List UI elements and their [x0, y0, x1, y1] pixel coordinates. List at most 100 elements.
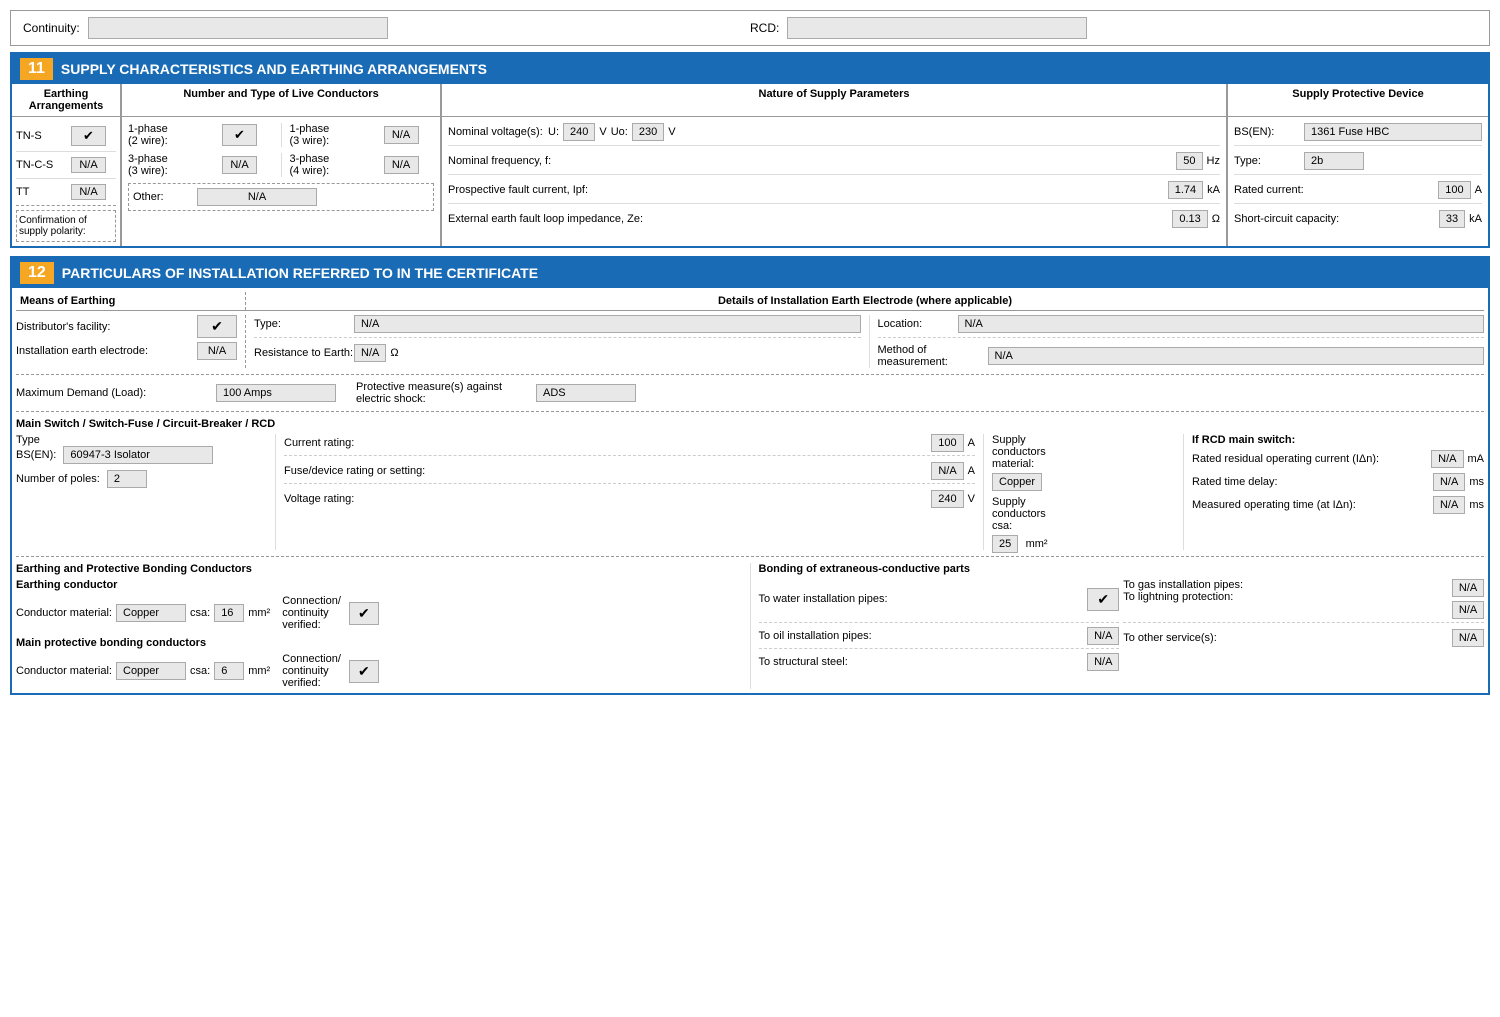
bonding-left-header-area: Earthing and Protective Bonding Conducto… [16, 563, 751, 579]
sc-value[interactable]: 33 [1439, 210, 1465, 228]
type-label: Type: [1234, 155, 1304, 167]
distributor-value[interactable]: ✔ [197, 315, 237, 338]
supply-csa-header: Supplyconductorscsa: [992, 496, 1175, 532]
rated-time-value[interactable]: N/A [1433, 473, 1465, 491]
current-rating-label: Current rating: [284, 437, 931, 449]
ms-type-bs-value[interactable]: 60947-3 Isolator [63, 446, 213, 464]
bs-row: BS(EN): 1361 Fuse HBC [1234, 123, 1482, 146]
live-other-value[interactable]: N/A [197, 188, 317, 206]
ze-value[interactable]: 0.13 [1172, 210, 1207, 228]
lightning-value[interactable]: N/A [1452, 601, 1484, 619]
current-rating-unit: A [968, 437, 975, 449]
live-1p2w: 1-phase(2 wire): ✔ [128, 123, 282, 147]
ec-connection-value[interactable]: ✔ [349, 602, 379, 625]
s11-live-col: 1-phase(2 wire): ✔ 1-phase(3 wire): N/A … [122, 117, 442, 246]
rcd-input[interactable] [787, 17, 1087, 39]
section-12: 12 PARTICULARS OF INSTALLATION REFERRED … [10, 256, 1490, 695]
section-11-title: SUPPLY CHARACTERISTICS AND EARTHING ARRA… [61, 61, 487, 77]
installation-value[interactable]: N/A [197, 342, 237, 360]
distributor-label: Distributor's facility: [16, 321, 197, 333]
supply-csa-value[interactable]: 25 [992, 535, 1018, 553]
measured-op-label: Measured operating time (at IΔn): [1192, 499, 1433, 511]
measured-op-value[interactable]: N/A [1433, 496, 1465, 514]
tns-value[interactable]: ✔ [71, 126, 106, 146]
mbc-csa-value[interactable]: 6 [214, 662, 244, 680]
rated-residual-row: Rated residual operating current (IΔn): … [1192, 450, 1484, 468]
electrode-type-label: Type: [254, 318, 354, 330]
method-value[interactable]: N/A [988, 347, 1485, 365]
main-bonding-header: Main protective bonding conductors [16, 637, 742, 649]
rcd-label: RCD: [750, 21, 779, 35]
live-1p3w-value[interactable]: N/A [384, 126, 419, 144]
s12-electrode-header: Details of Installation Earth Electrode … [246, 292, 1484, 310]
mbc-conductor-value[interactable]: Copper [116, 662, 186, 680]
live-1p3w: 1-phase(3 wire): N/A [282, 123, 435, 147]
ec-conductor-value[interactable]: Copper [116, 604, 186, 622]
earthing-bonding-section: Earthing and Protective Bonding Conducto… [16, 563, 1484, 689]
ec-row: Conductor material: Copper csa: 16 mm² C… [16, 595, 742, 631]
resistance-row: Resistance to Earth: N/A Ω [254, 344, 861, 362]
current-rating-value[interactable]: 100 [931, 434, 963, 452]
nominal-voltage-label: Nominal voltage(s): [448, 126, 548, 138]
ec-csa-unit: mm² [248, 607, 270, 619]
water-row: To water installation pipes: ✔ [759, 579, 1120, 623]
location-value[interactable]: N/A [958, 315, 1485, 333]
s11-body: TN-S ✔ TN-C-S N/A TT N/A Confirmation of… [12, 117, 1488, 246]
gas-value[interactable]: N/A [1452, 579, 1484, 597]
sc-row: Short-circuit capacity: 33 kA [1234, 210, 1482, 228]
s11-tns-row: TN-S ✔ [16, 121, 116, 152]
oil-value[interactable]: N/A [1087, 627, 1119, 645]
main-switch-body: TypeBS(EN): 60947-3 Isolator Number of p… [16, 434, 1484, 550]
tncs-value[interactable]: N/A [71, 157, 106, 173]
pfc-row: Prospective fault current, Ipf: 1.74 kA [448, 181, 1220, 204]
rated-value[interactable]: 100 [1438, 181, 1470, 199]
nominal-voltage-row: Nominal voltage(s): U: 240 V Uo: 230 V [448, 123, 1220, 146]
structural-value[interactable]: N/A [1087, 653, 1119, 671]
max-demand-value[interactable]: 100 Amps [216, 384, 336, 402]
electrode-col-right: Location: N/A Method of measurement: N/A [870, 315, 1485, 368]
type-value[interactable]: 2b [1304, 152, 1364, 170]
method-row: Method of measurement: N/A [878, 344, 1485, 368]
u-value[interactable]: 240 [563, 123, 595, 141]
live-3p3w-value[interactable]: N/A [222, 156, 257, 174]
resistance-value[interactable]: N/A [354, 344, 386, 362]
mbc-connection-value[interactable]: ✔ [349, 660, 379, 683]
live-3p4w: 3-phase(4 wire): N/A [282, 153, 435, 177]
live-1p2w-value[interactable]: ✔ [222, 124, 257, 146]
ms-poles-value[interactable]: 2 [107, 470, 147, 488]
voltage-rating-value[interactable]: 240 [931, 490, 963, 508]
location-label: Location: [878, 318, 958, 330]
rated-unit: A [1475, 184, 1482, 196]
bs-value[interactable]: 1361 Fuse HBC [1304, 123, 1482, 141]
fuse-rating-unit: A [968, 465, 975, 477]
protective-value[interactable]: ADS [536, 384, 636, 402]
ms-supply: Supplyconductorsmaterial: Copper Supplyc… [984, 434, 1184, 550]
ec-csa-value[interactable]: 16 [214, 604, 244, 622]
structural-label: To structural steel: [759, 656, 1084, 668]
water-value[interactable]: ✔ [1087, 588, 1119, 611]
bs-label: BS(EN): [1234, 126, 1304, 138]
live-other-row: Other: N/A [128, 183, 434, 211]
mbc-connection-label: Connection/continuityverified: [282, 653, 341, 689]
freq-value[interactable]: 50 [1176, 152, 1202, 170]
ms-left: TypeBS(EN): 60947-3 Isolator Number of p… [16, 434, 276, 550]
pfc-value[interactable]: 1.74 [1168, 181, 1203, 199]
supply-material-value[interactable]: Copper [992, 473, 1042, 491]
uo-value[interactable]: 230 [632, 123, 664, 141]
main-switch-header: Main Switch / Switch-Fuse / Circuit-Brea… [16, 418, 1484, 430]
fuse-rating-row: Fuse/device rating or setting: N/A A [284, 462, 975, 484]
current-rating-row: Current rating: 100 A [284, 434, 975, 456]
live-3p4w-value[interactable]: N/A [384, 156, 419, 174]
continuity-label: Continuity: [23, 21, 80, 35]
ze-label: External earth fault loop impedance, Ze: [448, 213, 1172, 225]
electrode-type-value[interactable]: N/A [354, 315, 861, 333]
ec-csa-label: csa: [190, 607, 210, 619]
rated-residual-value[interactable]: N/A [1431, 450, 1463, 468]
measured-op-unit: ms [1469, 499, 1484, 511]
fuse-rating-value[interactable]: N/A [931, 462, 963, 480]
ec-connection-label: Connection/continuityverified: [282, 595, 341, 631]
continuity-input[interactable] [88, 17, 388, 39]
other-value[interactable]: N/A [1452, 629, 1484, 647]
tt-value[interactable]: N/A [71, 184, 106, 200]
rcd-section: RCD: [750, 17, 1477, 39]
